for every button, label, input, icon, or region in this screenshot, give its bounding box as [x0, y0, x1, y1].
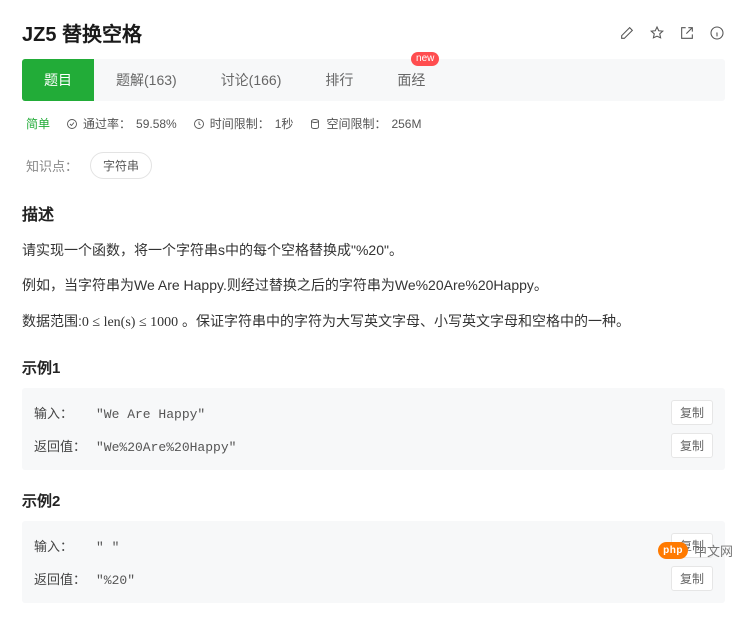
watermark-badge: php [658, 542, 688, 559]
example-1-input-value: "We Are Happy" [96, 407, 205, 422]
description-line2: 例如，当字符串为We Are Happy.则经过替换之后的字符串为We%20Ar… [22, 272, 725, 299]
db-icon [309, 118, 321, 130]
range-prefix: 数据范围: [22, 313, 82, 329]
range-formula: 0 ≤ len(s) ≤ 1000 [82, 315, 178, 330]
memory-limit: 空间限制： 256M [309, 115, 421, 132]
example-2-input-value: " " [96, 540, 119, 555]
page-title: JZ5 替换空格 [22, 18, 142, 47]
header-actions [619, 25, 725, 41]
example-1-box: 输入： "We Are Happy" 复制 返回值： "We%20Are%20H… [22, 388, 725, 470]
check-circle-icon [66, 118, 78, 130]
knowledge-label: 知识点： [26, 156, 78, 175]
example-2-box: 输入： " " 复制 返回值： "%20" 复制 [22, 521, 725, 603]
pass-rate-value: 59.58% [136, 117, 177, 131]
info-icon[interactable] [709, 25, 725, 41]
memory-limit-value: 256M [391, 117, 421, 131]
pass-rate-label: 通过率： [83, 115, 131, 132]
copy-button[interactable]: 复制 [671, 400, 713, 425]
tab-interview[interactable]: 面经 new [375, 59, 447, 101]
copy-button[interactable]: 复制 [671, 433, 713, 458]
memory-limit-label: 空间限制： [326, 115, 386, 132]
example-1-return-label: 返回值： [34, 436, 96, 455]
tab-interview-label: 面经 [397, 72, 425, 88]
knowledge-tag[interactable]: 字符串 [90, 152, 152, 179]
tab-bar: 题目 题解(163) 讨论(166) 排行 面经 new [22, 59, 725, 101]
meta-row: 简单 通过率： 59.58% 时间限制： 1秒 空间限制： 256M [22, 101, 725, 148]
time-limit-value: 1秒 [275, 115, 294, 132]
example-1-input-label: 输入： [34, 403, 96, 422]
open-icon[interactable] [679, 25, 695, 41]
example-2-title: 示例2 [22, 490, 725, 511]
tab-discuss[interactable]: 讨论(166) [199, 59, 304, 101]
example-2: 示例2 输入： " " 复制 返回值： "%20" 复制 [22, 490, 725, 603]
difficulty-badge: 简单 [26, 115, 50, 132]
description-range: 数据范围:0 ≤ len(s) ≤ 1000 。保证字符串中的字符为大写英文字母… [22, 308, 725, 337]
description-line1: 请实现一个函数，将一个字符串s中的每个空格替换成"%20"。 [22, 237, 725, 264]
tab-solutions[interactable]: 题解(163) [94, 59, 199, 101]
star-icon[interactable] [649, 25, 665, 41]
tab-problem[interactable]: 题目 [22, 59, 94, 101]
example-2-return-value: "%20" [96, 573, 135, 588]
example-1-return-value: "We%20Are%20Happy" [96, 440, 236, 455]
time-limit: 时间限制： 1秒 [193, 115, 294, 132]
description-heading: 描述 [22, 201, 725, 225]
watermark-text: 中文网 [694, 541, 733, 560]
time-limit-label: 时间限制： [210, 115, 270, 132]
new-badge: new [411, 52, 439, 66]
tab-ranking[interactable]: 排行 [303, 59, 375, 101]
example-2-return-label: 返回值： [34, 569, 96, 588]
edit-icon[interactable] [619, 25, 635, 41]
knowledge-row: 知识点： 字符串 [26, 152, 725, 179]
example-2-input-label: 输入： [34, 536, 96, 555]
range-suffix: 。保证字符串中的字符为大写英文字母、小写英文字母和空格中的一种。 [178, 313, 630, 329]
example-1: 示例1 输入： "We Are Happy" 复制 返回值： "We%20Are… [22, 357, 725, 470]
clock-icon [193, 118, 205, 130]
example-1-title: 示例1 [22, 357, 725, 378]
pass-rate: 通过率： 59.58% [66, 115, 177, 132]
watermark: php 中文网 [658, 541, 733, 560]
